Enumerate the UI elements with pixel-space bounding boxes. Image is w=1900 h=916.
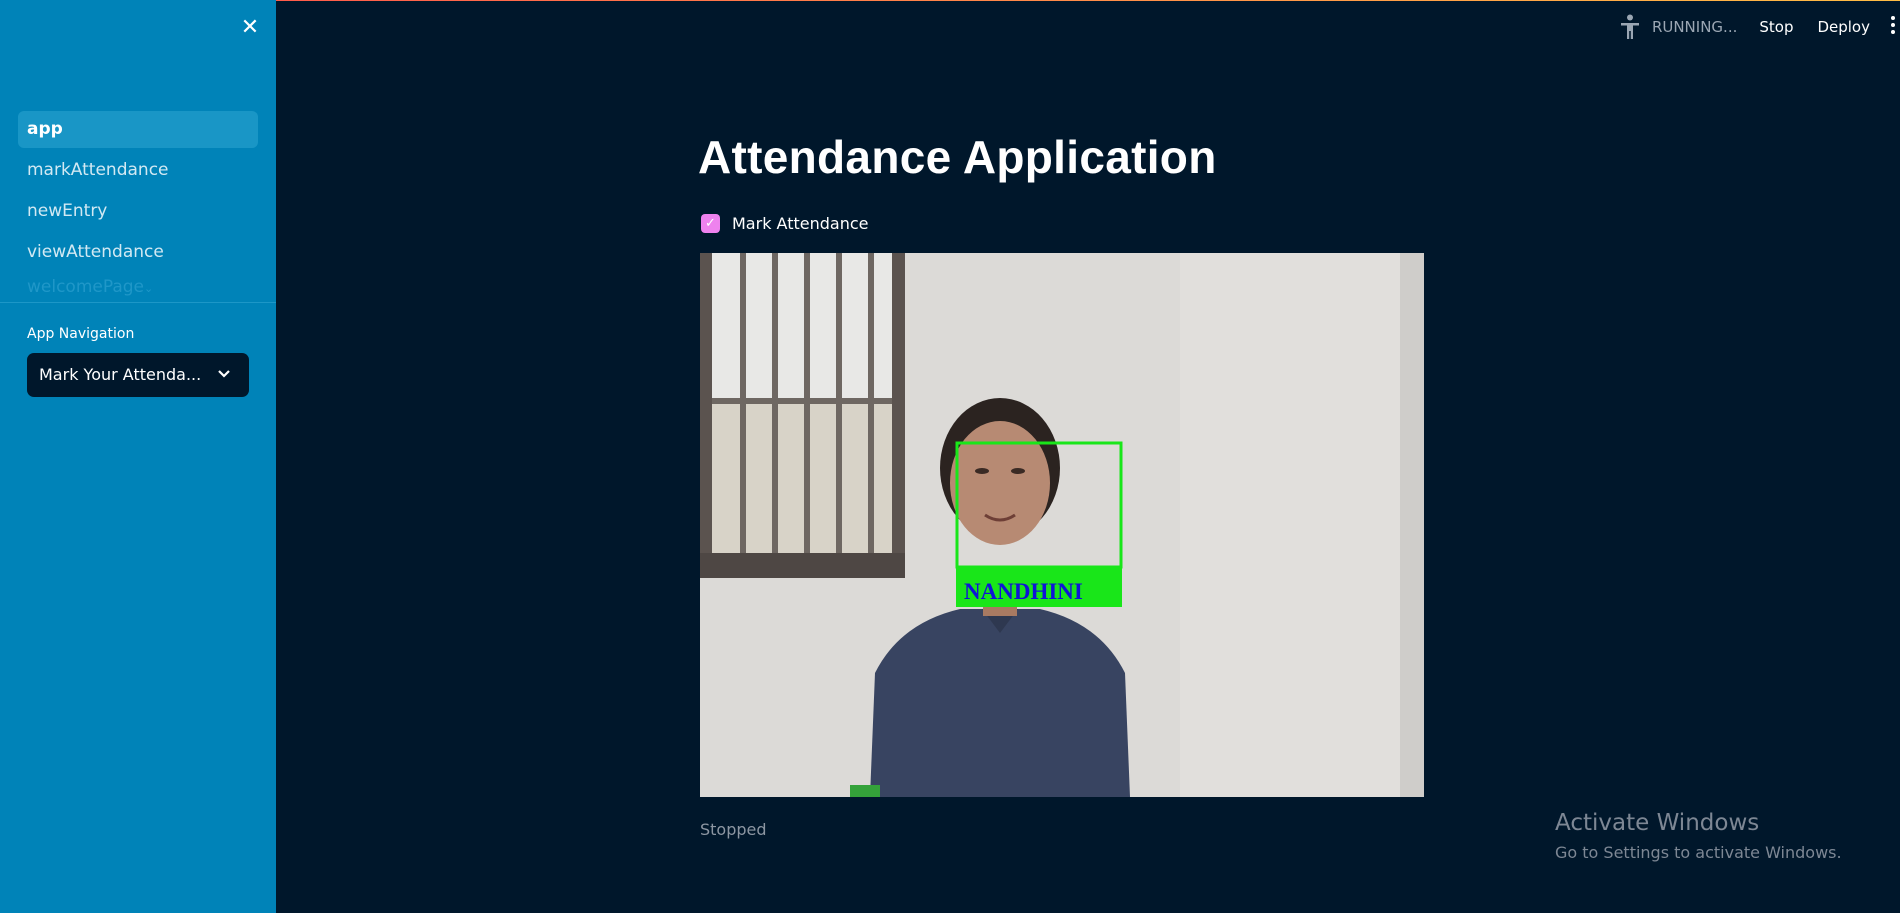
sidebar-item-markattendance[interactable]: markAttendance	[18, 152, 258, 189]
webcam-video-feed	[700, 253, 1424, 797]
sidebar-item-app[interactable]: app	[18, 111, 258, 148]
mark-attendance-checkbox[interactable]: ✓ Mark Attendance	[701, 212, 868, 234]
stop-button[interactable]: Stop	[1759, 18, 1793, 36]
running-man-icon	[1620, 14, 1640, 40]
chevron-down-icon	[217, 353, 231, 397]
sidebar-item-welcomepage[interactable]: welcomePage⌄	[18, 275, 258, 297]
top-decoration-bar	[0, 0, 1900, 1]
page-title: Attendance Application	[698, 131, 1217, 183]
header-toolbar: RUNNING... Stop Deploy	[1620, 14, 1900, 40]
watermark-title: Activate Windows	[1555, 810, 1760, 836]
deploy-button[interactable]: Deploy	[1817, 18, 1870, 36]
sidebar: ✕ app markAttendance newEntry viewAttend…	[0, 0, 276, 913]
select-value: Mark Your Attenda...	[39, 365, 202, 384]
checkmark-icon[interactable]: ✓	[701, 213, 720, 233]
app-navigation-select[interactable]: Mark Your Attenda...	[27, 353, 249, 397]
sidebar-item-newentry[interactable]: newEntry	[18, 193, 258, 230]
checkbox-label: Mark Attendance	[732, 213, 869, 233]
app-window: ✕ app markAttendance newEntry viewAttend…	[0, 0, 1900, 913]
sidebar-nav: app markAttendance newEntry viewAttendan…	[18, 111, 258, 301]
sidebar-section-label: App Navigation	[27, 326, 135, 342]
close-icon[interactable]: ✕	[236, 14, 264, 42]
sidebar-divider	[0, 302, 276, 303]
detected-name-label: NANDHINI	[964, 579, 1083, 604]
sidebar-item-viewattendance[interactable]: viewAttendance	[18, 234, 258, 271]
stream-status: Stopped	[700, 820, 767, 839]
kebab-menu-icon[interactable]	[1890, 15, 1900, 39]
sidebar-item-label: welcomePage	[27, 277, 145, 297]
chevron-down-icon[interactable]: ⌄	[144, 282, 153, 295]
running-status: RUNNING...	[1651, 18, 1738, 36]
watermark-subtitle: Go to Settings to activate Windows.	[1555, 843, 1842, 862]
